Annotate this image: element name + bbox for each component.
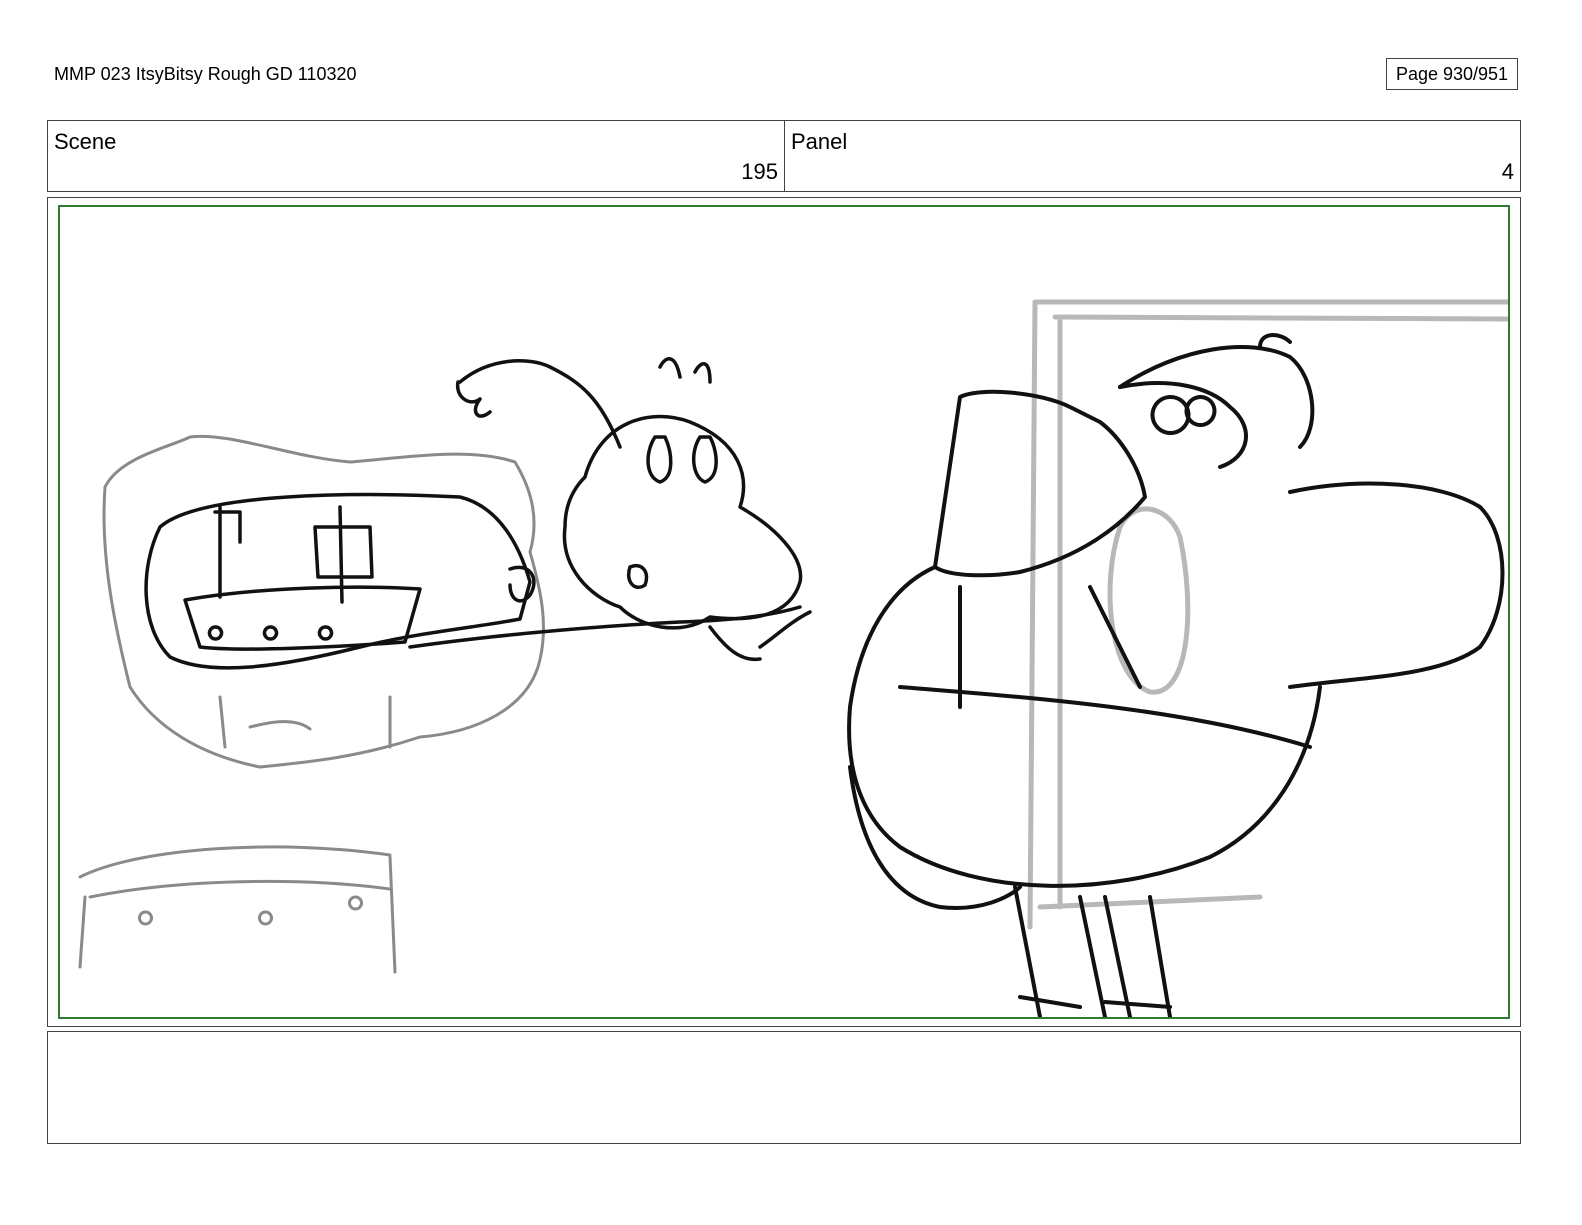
document-title: MMP 023 ItsyBitsy Rough GD 110320 xyxy=(54,64,357,84)
scene-panel-header: Scene 195 Panel 4 xyxy=(47,120,1521,192)
scene-label: Scene xyxy=(54,129,117,154)
action-notes-box xyxy=(47,1031,1521,1144)
small-character-sketch xyxy=(408,357,812,662)
scene-number: 195 xyxy=(741,159,778,184)
storyboard-frame xyxy=(58,205,1510,1019)
wall-plaque-sketch xyxy=(102,434,545,769)
barrel-sketch xyxy=(78,845,397,974)
panel-cell: Panel 4 xyxy=(785,121,1520,191)
scene-cell: Scene 195 xyxy=(48,121,785,191)
panel-number: 4 xyxy=(1501,159,1514,184)
storyboard-sketch xyxy=(78,299,1508,1017)
page-number: Page 930/951 xyxy=(1386,58,1518,90)
panel-label: Panel xyxy=(791,129,848,154)
ship-in-bottle-sketch xyxy=(144,492,536,670)
